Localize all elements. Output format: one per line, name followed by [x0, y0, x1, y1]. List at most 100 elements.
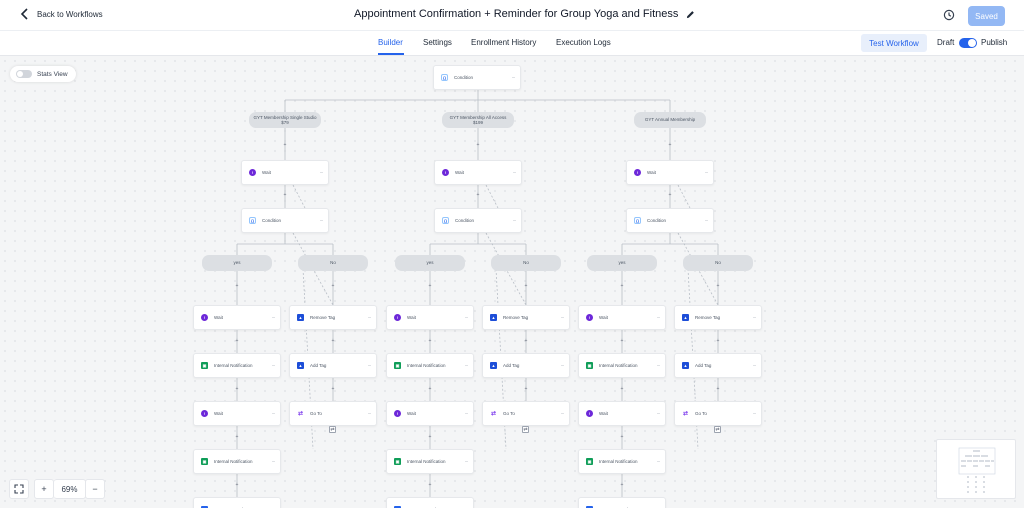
node-menu-icon[interactable]: ···: [272, 363, 276, 369]
node-menu-icon[interactable]: ···: [272, 459, 276, 465]
yes-step-node[interactable]: ■Create Or Update···: [578, 497, 666, 508]
add-step-icon: +: [332, 283, 335, 289]
tab-execution-logs[interactable]: Execution Logs: [556, 38, 611, 47]
tab-settings[interactable]: Settings: [423, 38, 452, 47]
node-menu-icon[interactable]: ···: [705, 170, 709, 176]
no-step-node[interactable]: ⇄ Go To ···: [482, 401, 570, 426]
node-menu-icon[interactable]: ···: [368, 363, 372, 369]
wait-icon: !: [201, 314, 208, 321]
node-menu-icon[interactable]: ···: [705, 218, 709, 224]
yes-step-node[interactable]: ! Wait ···: [578, 305, 666, 330]
goto-target-icon[interactable]: ⇄: [714, 426, 721, 433]
node-menu-icon[interactable]: ···: [465, 315, 469, 321]
add-step-icon: +: [717, 283, 720, 289]
node-label: Go To: [695, 411, 707, 416]
yes-step-node[interactable]: ■Create Or Update···: [193, 497, 281, 508]
wait-icon: !: [249, 169, 256, 176]
tab-builder[interactable]: Builder: [378, 38, 403, 47]
node-menu-icon[interactable]: ···: [465, 411, 469, 417]
node-menu-icon[interactable]: ···: [561, 411, 565, 417]
node-menu-icon[interactable]: ···: [368, 411, 372, 417]
node-menu-icon[interactable]: ···: [368, 315, 372, 321]
yes-step-node[interactable]: ▣ Internal Notification ···: [386, 353, 474, 378]
zoom-in-button[interactable]: +: [34, 479, 54, 499]
node-menu-icon[interactable]: ···: [753, 315, 757, 321]
node-menu-icon[interactable]: ···: [657, 363, 661, 369]
no-step-node[interactable]: ▲ Remove Tag ···: [289, 305, 377, 330]
tab-enrollment-history[interactable]: Enrollment History: [471, 38, 536, 47]
node-menu-icon[interactable]: ···: [513, 218, 517, 224]
yes-step-node[interactable]: ▣ Internal Notification ···: [578, 353, 666, 378]
yes-step-node[interactable]: ! Wait ···: [193, 305, 281, 330]
goto-icon: ⇄: [490, 410, 497, 417]
branch-label[interactable]: GYT Membership All Access $199: [442, 112, 514, 128]
no-branch-pill[interactable]: No: [298, 255, 368, 271]
saved-button[interactable]: Saved: [968, 6, 1005, 26]
no-step-node[interactable]: ⇄ Go To ···: [289, 401, 377, 426]
chevron-left-icon: [20, 8, 28, 20]
wait-node[interactable]: ! Wait ···: [434, 160, 522, 185]
node-label: Remove Tag: [503, 315, 529, 320]
back-to-workflows-link[interactable]: Back to Workflows: [20, 8, 103, 20]
no-step-node[interactable]: ⇄ Go To ···: [674, 401, 762, 426]
node-label: Wait: [455, 170, 464, 175]
yes-step-node[interactable]: ▣ Internal Notification ···: [386, 449, 474, 474]
node-menu-icon[interactable]: ···: [320, 218, 324, 224]
no-step-node[interactable]: ▲ Add Tag ···: [289, 353, 377, 378]
yes-step-node[interactable]: ■Create Or Update···: [386, 497, 474, 508]
branch-label[interactable]: GYT Membership Single Studio $79: [249, 112, 321, 128]
no-branch-pill[interactable]: No: [491, 255, 561, 271]
stats-view-toggle[interactable]: Stats View: [10, 66, 76, 82]
yes-step-node[interactable]: ▣ Internal Notification ···: [193, 353, 281, 378]
yes-step-node[interactable]: ▣ Internal Notification ···: [578, 449, 666, 474]
node-menu-icon[interactable]: ···: [272, 315, 276, 321]
yes-step-node[interactable]: ! Wait ···: [386, 305, 474, 330]
fit-screen-button[interactable]: [9, 479, 29, 499]
no-branch-pill[interactable]: No: [683, 255, 753, 271]
node-menu-icon[interactable]: ···: [465, 459, 469, 465]
node-menu-icon[interactable]: ···: [513, 170, 517, 176]
branch-label[interactable]: GYT Annual Membership: [634, 112, 706, 128]
test-workflow-button[interactable]: Test Workflow: [861, 34, 927, 52]
no-step-node[interactable]: ▲ Remove Tag ···: [674, 305, 762, 330]
node-menu-icon[interactable]: ···: [561, 315, 565, 321]
top-condition-node[interactable]: {} Condition ···: [433, 65, 521, 90]
node-menu-icon[interactable]: ···: [272, 411, 276, 417]
clock-history-icon[interactable]: [943, 9, 955, 21]
goto-target-icon[interactable]: ⇄: [329, 426, 336, 433]
node-menu-icon[interactable]: ···: [753, 411, 757, 417]
workflow-canvas[interactable]: + + + + + + + + + + + + + + + + + + + + + + + + + + + + + + Stats Vie…: [0, 56, 1024, 508]
stats-switch[interactable]: [16, 70, 32, 78]
node-menu-icon[interactable]: ···: [657, 315, 661, 321]
no-step-node[interactable]: ▲ Remove Tag ···: [482, 305, 570, 330]
condition-node[interactable]: {} Condition ···: [241, 208, 329, 233]
publish-toggle[interactable]: [959, 38, 977, 48]
yes-branch-pill[interactable]: yes: [202, 255, 272, 271]
minimap[interactable]: [936, 439, 1016, 499]
stats-view-label: Stats View: [37, 70, 68, 78]
node-menu-icon[interactable]: ···: [657, 459, 661, 465]
pencil-icon[interactable]: [686, 10, 695, 19]
wait-node[interactable]: ! Wait ···: [241, 160, 329, 185]
yes-step-node[interactable]: ! Wait ···: [193, 401, 281, 426]
node-menu-icon[interactable]: ···: [657, 411, 661, 417]
yes-step-node[interactable]: ! Wait ···: [386, 401, 474, 426]
condition-node[interactable]: {} Condition ···: [626, 208, 714, 233]
no-step-node[interactable]: ▲ Add Tag ···: [482, 353, 570, 378]
node-menu-icon[interactable]: ···: [465, 363, 469, 369]
node-menu-icon[interactable]: ···: [512, 75, 516, 81]
zoom-out-button[interactable]: −: [85, 479, 105, 499]
workflow-title[interactable]: Appointment Confirmation + Reminder for …: [354, 8, 695, 20]
node-menu-icon[interactable]: ···: [753, 363, 757, 369]
node-menu-icon[interactable]: ···: [320, 170, 324, 176]
yes-step-node[interactable]: ▣ Internal Notification ···: [193, 449, 281, 474]
add-step-icon: +: [236, 482, 239, 488]
wait-node[interactable]: ! Wait ···: [626, 160, 714, 185]
goto-target-icon[interactable]: ⇄: [522, 426, 529, 433]
yes-step-node[interactable]: ! Wait ···: [578, 401, 666, 426]
yes-branch-pill[interactable]: yes: [395, 255, 465, 271]
no-step-node[interactable]: ▲ Add Tag ···: [674, 353, 762, 378]
node-menu-icon[interactable]: ···: [561, 363, 565, 369]
yes-branch-pill[interactable]: yes: [587, 255, 657, 271]
condition-node[interactable]: {} Condition ···: [434, 208, 522, 233]
